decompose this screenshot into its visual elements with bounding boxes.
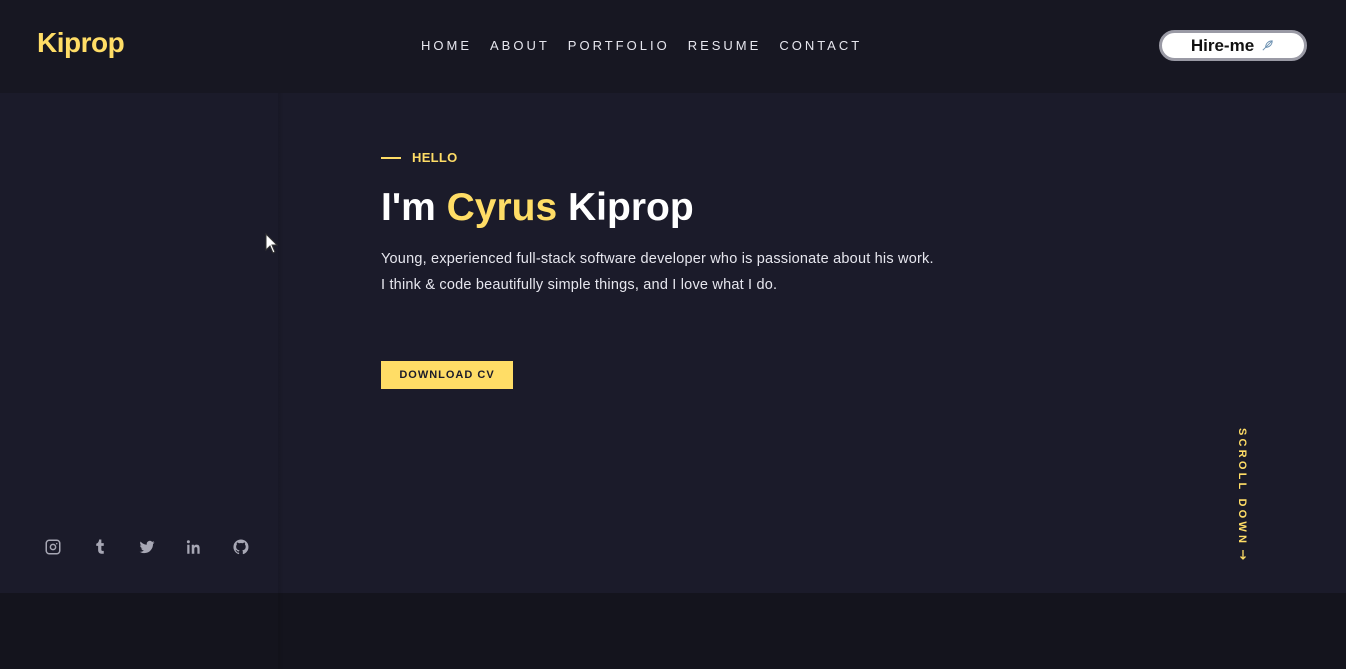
eyebrow-line (381, 156, 401, 159)
github-icon[interactable] (232, 538, 250, 556)
nav-portfolio[interactable]: PORTFOLIO (568, 38, 670, 53)
twitter-icon[interactable] (138, 538, 156, 556)
site-header: Kiprop HOME ABOUT PORTFOLIO RESUME CONTA… (0, 0, 1346, 93)
eyebrow-text: HELLO (412, 150, 458, 165)
instagram-icon[interactable] (44, 538, 62, 556)
description-line-1: Young, experienced full-stack software d… (381, 251, 934, 267)
nav-home[interactable]: HOME (421, 38, 472, 53)
headline-accent-name: Cyrus (446, 186, 558, 229)
hero-section (0, 93, 1346, 593)
nav-about[interactable]: ABOUT (490, 38, 550, 53)
social-links (44, 538, 279, 556)
main-nav: HOME ABOUT PORTFOLIO RESUME CONTACT (421, 38, 880, 53)
download-cv-button[interactable]: DOWNLOAD CV (381, 361, 513, 389)
sidebar-divider (278, 93, 284, 669)
page: Kiprop HOME ABOUT PORTFOLIO RESUME CONTA… (0, 0, 1346, 669)
scroll-down-arrow-icon (1240, 550, 1246, 563)
scroll-down-label[interactable]: SCROLL DOWN (1236, 428, 1248, 546)
logo[interactable]: Kiprop (37, 27, 125, 59)
hire-me-label: Hire-me (1190, 35, 1255, 55)
headline-suffix: Kiprop (557, 186, 694, 229)
tumblr-icon[interactable] (91, 538, 109, 556)
hero-headline: I'm Cyrus Kiprop (381, 186, 694, 230)
hero-eyebrow: HELLO (381, 150, 458, 165)
feather-pen-icon (1262, 40, 1273, 51)
mouse-cursor-icon (265, 233, 279, 254)
description-line-2: I think & code beautifully simple things… (381, 277, 778, 293)
headline-prefix: I'm (381, 186, 447, 229)
linkedin-icon[interactable] (185, 538, 203, 556)
hero-description: Young, experienced full-stack software d… (381, 246, 934, 298)
nav-contact[interactable]: CONTACT (779, 38, 862, 53)
hire-me-button[interactable]: Hire-me (1159, 30, 1307, 61)
nav-resume[interactable]: RESUME (688, 38, 762, 53)
